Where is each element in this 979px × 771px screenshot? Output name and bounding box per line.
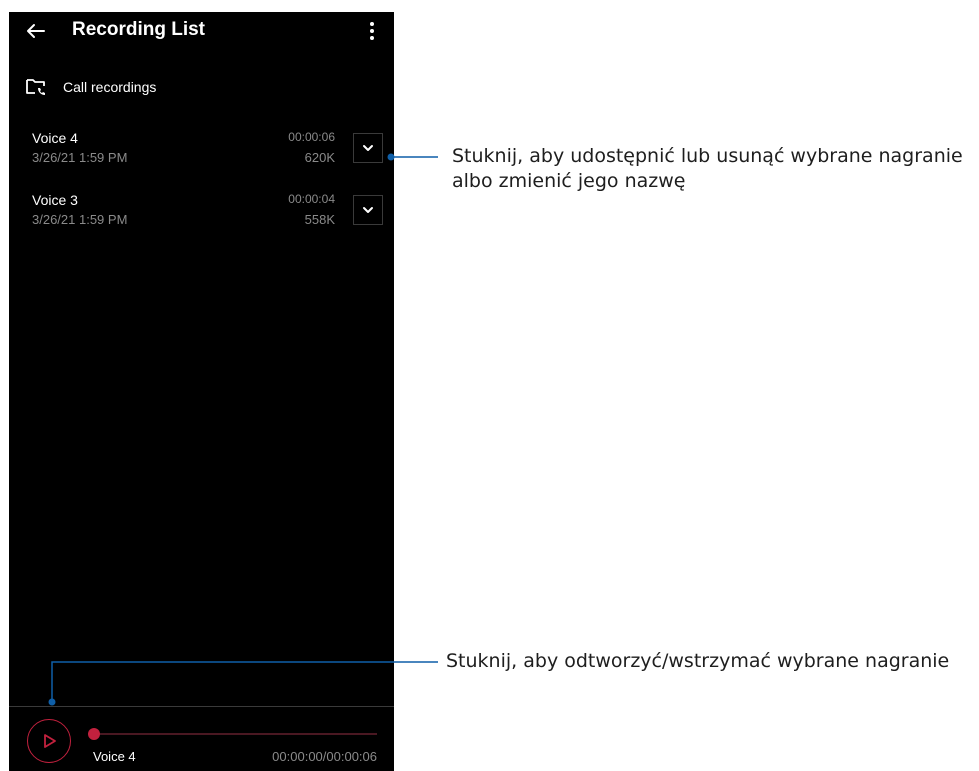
now-playing-name: Voice 4 bbox=[93, 749, 136, 764]
call-recordings-folder[interactable]: Call recordings bbox=[9, 74, 394, 102]
chevron-down-icon bbox=[363, 145, 373, 151]
play-icon bbox=[44, 734, 56, 748]
recording-item[interactable]: Voice 3 3/26/21 1:59 PM 00:00:04 558K bbox=[9, 192, 394, 248]
expand-callout-text: Stuknij, aby udostępnić lub usunąć wybra… bbox=[452, 145, 963, 192]
expand-callout-line bbox=[387, 153, 438, 161]
recording-list-screen: Recording List Call recordings Voice 4 3… bbox=[9, 12, 394, 771]
app-bar: Recording List bbox=[9, 12, 394, 52]
recording-size: 620K bbox=[304, 150, 335, 165]
expand-options-button[interactable] bbox=[353, 195, 383, 225]
recording-size: 558K bbox=[304, 212, 335, 227]
recording-duration: 00:00:06 bbox=[288, 130, 335, 144]
chevron-down-icon bbox=[363, 207, 373, 213]
expand-options-button[interactable] bbox=[353, 133, 383, 163]
folder-label: Call recordings bbox=[63, 79, 157, 95]
overflow-menu-button[interactable] bbox=[363, 18, 381, 44]
recording-name: Voice 4 bbox=[32, 130, 78, 146]
seek-bar-track[interactable] bbox=[93, 733, 377, 735]
seek-bar-handle[interactable] bbox=[88, 728, 100, 740]
recording-date: 3/26/21 1:59 PM bbox=[32, 212, 128, 227]
recording-duration: 00:00:04 bbox=[288, 192, 335, 206]
arrow-left-icon bbox=[27, 24, 45, 38]
back-button[interactable] bbox=[23, 18, 49, 44]
play-callout-text: Stuknij, aby odtworzyć/wstrzymać wybrane… bbox=[446, 650, 950, 672]
play-pause-button[interactable] bbox=[27, 719, 71, 763]
recording-date: 3/26/21 1:59 PM bbox=[32, 150, 128, 165]
more-vertical-icon bbox=[370, 22, 374, 40]
recording-item[interactable]: Voice 4 3/26/21 1:59 PM 00:00:06 620K bbox=[9, 130, 394, 186]
folder-phone-icon bbox=[26, 79, 45, 95]
playback-time: 00:00:00/00:00:06 bbox=[272, 749, 377, 764]
page-title: Recording List bbox=[72, 19, 206, 40]
recording-name: Voice 3 bbox=[32, 192, 78, 208]
audio-player: Voice 4 00:00:00/00:00:06 bbox=[9, 706, 394, 771]
